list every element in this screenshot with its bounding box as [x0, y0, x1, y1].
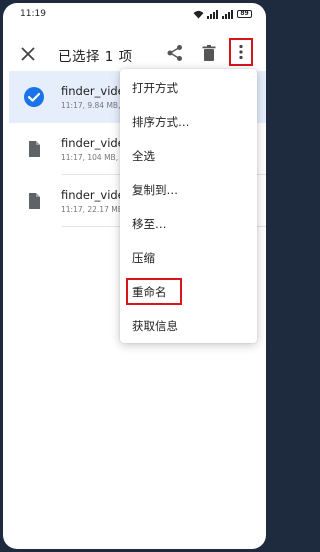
check-circle-icon[interactable] [23, 86, 45, 108]
file-icon [29, 193, 40, 209]
menu-item-move-to[interactable]: 移至… [120, 207, 257, 241]
file-icon [29, 141, 40, 157]
menu-item-label: 重命名 [132, 285, 167, 299]
delete-icon[interactable] [200, 44, 218, 62]
menu-item-sort-by[interactable]: 排序方式… [120, 105, 257, 139]
menu-item-label: 移至… [132, 217, 167, 231]
menu-item-open-with[interactable]: 打开方式 [120, 71, 257, 105]
more-vert-icon [239, 44, 243, 60]
menu-item-label: 排序方式… [132, 115, 190, 129]
menu-item-label: 压缩 [132, 251, 155, 265]
status-bar: 11:19 89 [3, 3, 266, 25]
selection-toolbar: 已选择 1 项 [3, 36, 266, 72]
menu-item-label: 打开方式 [132, 81, 178, 95]
menu-item-label: 获取信息 [132, 319, 178, 333]
wifi-icon [193, 10, 204, 19]
phone-screen: 11:19 89 已选择 1 项 finder_video_ 11:17, 9.… [3, 3, 266, 549]
status-time: 11:19 [20, 9, 46, 19]
close-icon[interactable] [19, 45, 37, 63]
menu-item-select-all[interactable]: 全选 [120, 139, 257, 173]
battery-icon: 89 [237, 10, 252, 18]
menu-item-label: 复制到… [132, 183, 178, 197]
page-title: 已选择 1 项 [58, 49, 133, 65]
menu-item-label: 全选 [132, 149, 155, 163]
menu-item-get-info[interactable]: 获取信息 [120, 309, 257, 343]
overflow-menu: 打开方式 排序方式… 全选 复制到… 移至… 压缩 重命名 获取信息 [120, 69, 257, 343]
share-icon[interactable] [166, 44, 184, 62]
menu-item-rename[interactable]: 重命名 [120, 275, 257, 309]
signal-icon [222, 9, 233, 19]
status-icons: 89 [193, 9, 252, 19]
signal-icon [207, 9, 218, 19]
menu-item-compress[interactable]: 压缩 [120, 241, 257, 275]
more-options-button[interactable] [229, 38, 253, 66]
menu-item-copy-to[interactable]: 复制到… [120, 173, 257, 207]
